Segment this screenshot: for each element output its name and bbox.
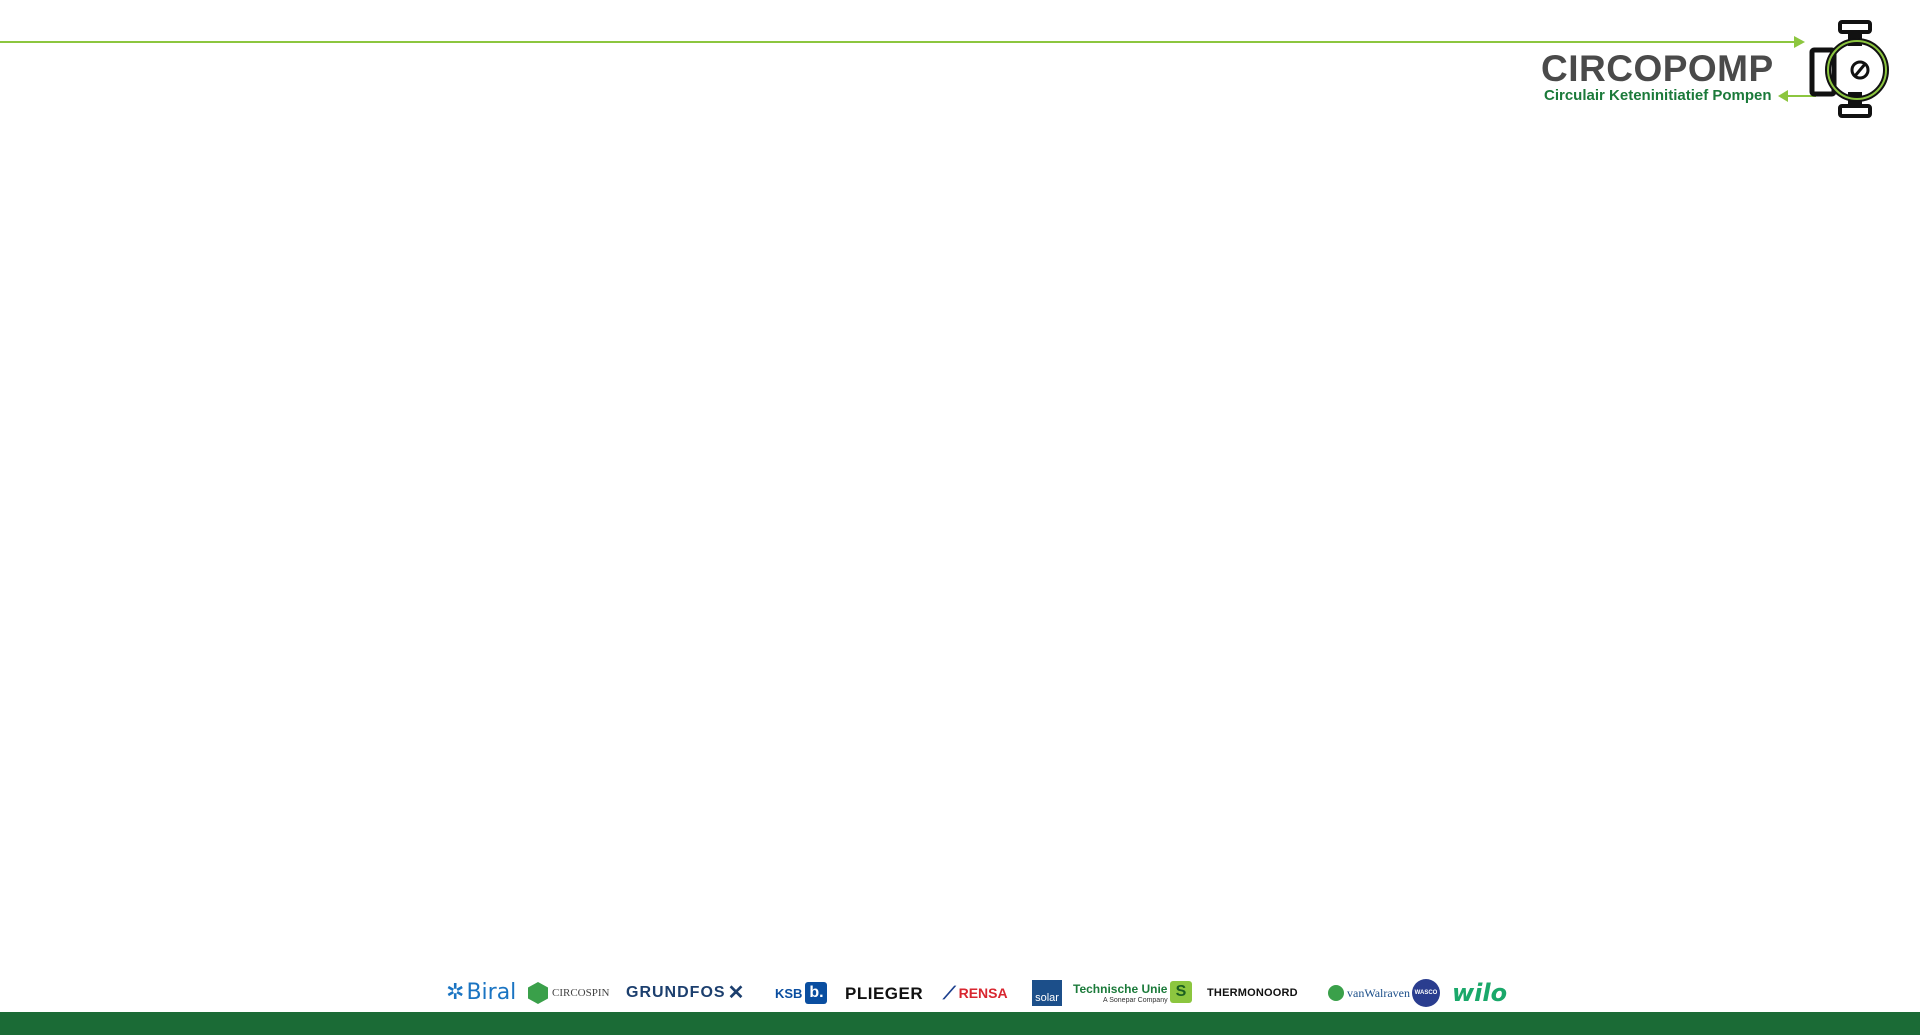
wasco-logo-text: WASCO [1412,979,1440,1007]
solar-logo-text: solar [1032,980,1062,1006]
rensa-logo-text: RENSA [958,985,1008,1001]
wasco-logo: WASCO [1412,975,1440,1011]
ksb-b-icon: b. [805,982,828,1004]
logo-title: CIRCOPOMP [1541,48,1774,89]
logo-return-arrow [1778,90,1788,102]
circospin-logo: CIRCOSPIN [528,975,609,1011]
rensa-logo: ⟋ RENSA [943,975,1008,1011]
thermonoord-logo-text: THERMONOORD [1207,986,1298,999]
plieger-logo-text: PLIEGER [845,983,924,1003]
slide-page: CIRCOPOMP Circulair Keteninitiatief Pomp… [0,0,1920,1035]
vanwalraven-logo-text: vanWalraven [1347,986,1410,1000]
partner-logos-row: ✲ Biral CIRCOSPIN GRUNDFOS ✕ KSB b. PLIE… [440,975,1510,1011]
grundfos-logo-text: GRUNDFOS [626,984,726,1001]
vanwalraven-logo: vanWalraven [1328,975,1410,1011]
rensa-mark-icon: ⟋ [943,983,956,1003]
circospin-logo-text: CIRCOSPIN [552,986,610,999]
thermonoord-logo: THERMONOORD [1207,975,1298,1011]
logo-subtitle: Circulair Keteninitiatief Pompen [1544,87,1772,104]
technische-unie-badge-icon: S [1170,981,1192,1003]
plieger-logo: PLIEGER [845,975,923,1011]
vanwalraven-dot-icon [1328,985,1344,1001]
header-arrow-line [0,41,1796,43]
ksb-logo: KSB b. [775,975,828,1011]
biral-logo: ✲ Biral [446,975,516,1011]
grundfos-logo: GRUNDFOS ✕ [626,975,745,1011]
biral-icon: ✲ [446,980,465,1005]
grundfos-x-icon: ✕ [727,982,746,1004]
footer-bar [0,1012,1920,1035]
pump-icon [1809,20,1889,118]
technische-unie-logo: Technische Unie A Sonepar Company [1073,975,1168,1011]
solar-logo: solar [1032,975,1062,1011]
biral-logo-text: Biral [466,980,517,1005]
technische-unie-subtext: A Sonepar Company [1103,996,1168,1004]
wilo-logo-text: wilo [1452,979,1508,1007]
technische-unie-logo-text: Technische Unie [1073,981,1168,996]
ksb-logo-text: KSB [775,985,803,1001]
circospin-hex-icon [528,982,548,1004]
wilo-logo: wilo [1452,975,1507,1011]
